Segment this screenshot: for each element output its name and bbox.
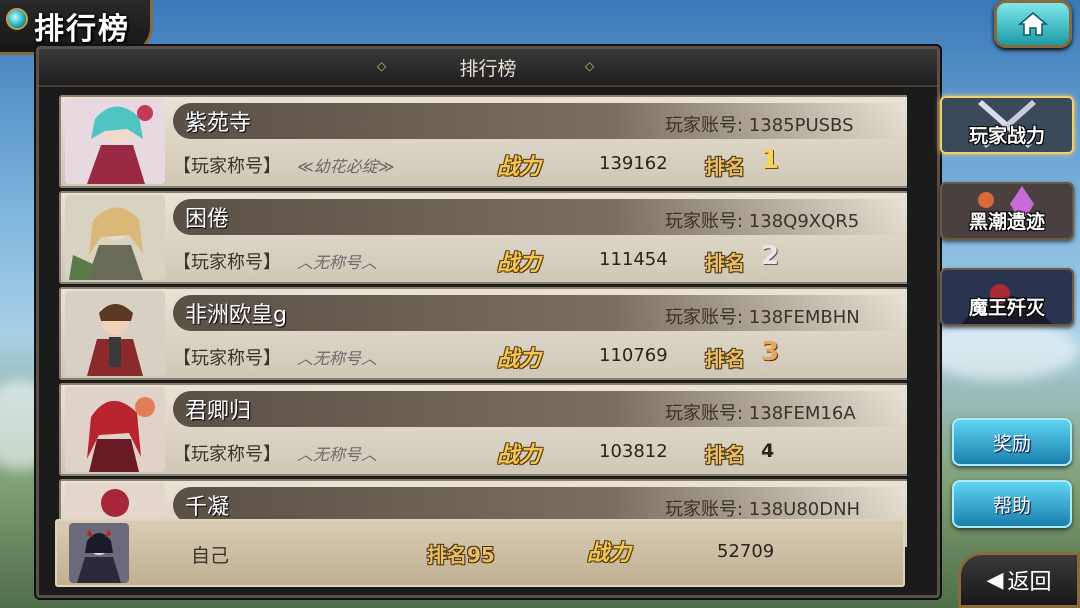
power-value: 103812 <box>599 441 668 462</box>
player-title: ︿无称号︿ <box>297 253 378 272</box>
power-label: 战力 <box>497 443 542 468</box>
title-label: 【玩家称号】 <box>173 348 281 369</box>
diamond-icon: ◇ <box>377 59 387 73</box>
self-avatar <box>69 523 129 583</box>
player-name: 君卿归 <box>185 399 252 424</box>
tab-player-power[interactable]: 玩家战力 <box>940 96 1074 154</box>
panel-header: ◇ 排行榜 ◇ <box>39 49 937 87</box>
rank-number: 4 <box>761 440 775 462</box>
back-button[interactable]: ◀ 返回 <box>958 552 1080 608</box>
title-label: 【玩家称号】 <box>173 252 281 273</box>
player-avatar <box>65 99 165 184</box>
gem-icon <box>6 8 28 30</box>
power-label: 战力 <box>497 251 542 276</box>
player-account: 玩家账号: 138FEMBHN <box>665 307 860 328</box>
self-rank-row: 自己 排名95 战力 52709 <box>55 519 905 587</box>
player-name: 千凝 <box>185 495 230 520</box>
tab-demon-king-annihilation[interactable]: 魔王歼灭 <box>940 268 1074 326</box>
power-value: 111454 <box>599 249 668 270</box>
ranking-row[interactable]: 君卿归 玩家账号: 138FEM16A 【玩家称号】 ︿无称号︿ 战力 1038… <box>59 383 907 476</box>
player-account: 玩家账号: 138Q9XQR5 <box>665 211 860 232</box>
power-label: 战力 <box>497 155 542 180</box>
back-arrow-icon: ◀ <box>986 567 1004 593</box>
cloud-decoration <box>920 320 1080 380</box>
player-title: ︿无称号︿ <box>297 445 378 464</box>
rank-label: 排名 <box>705 443 745 467</box>
ranking-row[interactable]: 困倦 玩家账号: 138Q9XQR5 【玩家称号】 ︿无称号︿ 战力 11145… <box>59 191 907 284</box>
self-power-label: 战力 <box>587 541 632 566</box>
leaderboard-panel: ◇ 排行榜 ◇ 紫苑寺 玩家账号: 1385PUSBS 【玩家称号】 ≪幼花必绽 <box>36 46 940 598</box>
ranking-list[interactable]: 紫苑寺 玩家账号: 1385PUSBS 【玩家称号】 ≪幼花必绽≫ 战力 139… <box>59 95 907 547</box>
ranking-row[interactable]: 非洲欧皇g 玩家账号: 138FEMBHN 【玩家称号】 ︿无称号︿ 战力 11… <box>59 287 907 380</box>
player-avatar <box>65 195 165 280</box>
title-label: 【玩家称号】 <box>173 156 281 177</box>
home-icon <box>1018 12 1048 36</box>
rank-number: 3 <box>761 337 780 367</box>
rank-label: 排名 <box>705 347 745 371</box>
tab-label: 黑潮遗迹 <box>968 211 1045 233</box>
title-label: 【玩家称号】 <box>173 444 281 465</box>
home-button[interactable] <box>994 0 1072 48</box>
diamond-icon: ◇ <box>585 59 595 73</box>
help-button[interactable]: 帮助 <box>952 480 1072 528</box>
self-name: 自己 <box>191 545 230 567</box>
screen-title: 排行榜 <box>34 12 130 47</box>
rank-number: 1 <box>761 145 780 175</box>
power-label: 战力 <box>497 347 542 372</box>
power-value: 110769 <box>599 345 668 366</box>
self-rank: 排名95 <box>427 543 495 567</box>
player-name: 非洲欧皇g <box>185 303 287 328</box>
panel-title: 排行榜 <box>459 57 517 80</box>
self-power-value: 52709 <box>717 541 775 562</box>
tab-label: 玩家战力 <box>968 125 1045 147</box>
rank-label: 排名 <box>705 155 745 179</box>
player-title: ≪幼花必绽≫ <box>297 157 395 176</box>
player-account: 玩家账号: 138FEM16A <box>665 403 856 424</box>
player-account: 玩家账号: 138U80DNH <box>665 499 861 520</box>
rank-number: 2 <box>761 241 780 271</box>
tab-black-tide-ruins[interactable]: 黑潮遗迹 <box>940 182 1074 240</box>
back-label: 返回 <box>1007 570 1052 595</box>
player-avatar <box>65 387 165 472</box>
player-avatar <box>65 291 165 376</box>
player-title: ︿无称号︿ <box>297 349 378 368</box>
player-account: 玩家账号: 1385PUSBS <box>665 115 854 136</box>
rank-label: 排名 <box>705 251 745 275</box>
tab-label: 魔王歼灭 <box>968 297 1045 319</box>
player-name: 紫苑寺 <box>185 111 252 136</box>
reward-button[interactable]: 奖励 <box>952 418 1072 466</box>
ranking-row[interactable]: 紫苑寺 玩家账号: 1385PUSBS 【玩家称号】 ≪幼花必绽≫ 战力 139… <box>59 95 907 188</box>
player-name: 困倦 <box>185 207 230 232</box>
power-value: 139162 <box>599 153 668 174</box>
